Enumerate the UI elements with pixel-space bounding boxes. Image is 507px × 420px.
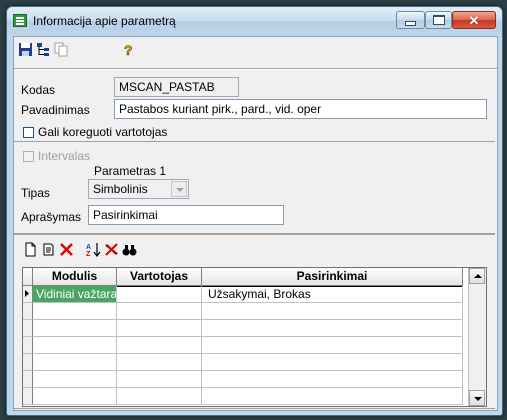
cell-pasirinkimai[interactable] [202,371,463,388]
svg-text:Z: Z [86,251,91,257]
svg-text:A: A [86,244,91,251]
maximize-button[interactable] [425,11,452,29]
window-title: Informacija apie parametrą [33,14,176,28]
current-row-pointer-icon [25,290,29,297]
tipas-select[interactable]: Simbolinis [88,179,189,199]
table-row[interactable] [23,337,463,354]
clear-filter-icon[interactable] [104,242,119,257]
title-bar[interactable]: Informacija apie parametrą ✕ [7,7,502,35]
tipas-value: Simbolinis [93,182,148,196]
svg-text:?: ? [124,42,133,57]
cell-modulis[interactable] [33,320,117,337]
gali-koreguoti-checkbox[interactable] [23,127,34,138]
row-indicator [23,388,33,405]
cell-modulis[interactable] [33,354,117,371]
column-header-vartotojas[interactable]: Vartotojas [117,268,202,285]
delete-icon[interactable] [59,242,74,257]
parametras-header: Parametras 1 [94,164,167,178]
kodas-label: Kodas [21,83,56,97]
toolbar-separator [14,68,497,70]
cell-vartotojas[interactable] [117,371,202,388]
cell-pasirinkimai[interactable] [202,320,463,337]
grid-header: Modulis Vartotojas Pasirinkimai [23,268,463,286]
cell-vartotojas[interactable] [117,354,202,371]
app-grid-icon [13,14,27,27]
column-header-pasirinkimai[interactable]: Pasirinkimai [202,268,463,285]
cell-vartotojas[interactable] [117,337,202,354]
close-icon: ✕ [468,12,480,28]
gali-koreguoti-label: Gali koreguoti vartotojas [38,125,168,139]
cell-pasirinkimai[interactable] [202,337,463,354]
save-icon[interactable] [18,42,33,57]
minimize-icon [405,20,416,26]
indicator-header [23,268,33,285]
table-row[interactable] [23,388,463,405]
pavadinimas-field[interactable]: Pastabos kuriant pirk., pard., vid. oper [114,99,487,119]
cell-modulis[interactable] [33,388,117,405]
cell-vartotojas[interactable] [117,303,202,320]
chevron-down-icon[interactable] [171,181,187,197]
table-row[interactable] [23,354,463,371]
row-indicator [23,371,33,388]
row-indicator [23,320,33,337]
sort-az-icon[interactable]: A Z [86,242,101,257]
new-document-icon[interactable] [23,242,38,257]
help-key-icon[interactable]: ? [121,42,136,57]
edit-document-icon[interactable] [41,242,56,257]
cell-vartotojas[interactable] [117,286,202,303]
cell-vartotojas[interactable] [117,388,202,405]
minimize-button[interactable] [396,11,425,29]
intervalas-label: Intervalas [38,149,91,163]
close-button[interactable]: ✕ [452,11,496,29]
table-row[interactable]: Vidiniai važtara Užsakymai, Brokas [23,286,463,303]
table-row[interactable] [23,303,463,320]
cell-modulis[interactable]: Vidiniai važtara [33,286,117,303]
cell-vartotojas[interactable] [117,320,202,337]
aprasymas-field[interactable]: Pasirinkimai [88,205,284,225]
cell-modulis[interactable] [33,303,117,320]
copy-icon[interactable] [54,42,69,57]
intervalas-checkbox[interactable] [23,151,34,162]
cell-modulis[interactable] [33,337,117,354]
cell-modulis[interactable] [33,371,117,388]
row-indicator [23,303,33,320]
scroll-down-icon[interactable] [469,390,485,406]
dialog-client-area: ? Kodas MSCAN_PASTAB Pavadinimas Pastabo… [13,36,498,411]
main-toolbar: ? [14,37,497,61]
aprasymas-label: Aprašymas [21,210,82,224]
cell-pasirinkimai[interactable] [202,388,463,405]
scroll-up-icon[interactable] [469,268,485,284]
maximize-icon [432,15,445,25]
grid-vertical-scrollbar[interactable] [468,268,486,406]
table-row[interactable] [23,320,463,337]
tipas-label: Tipas [21,186,50,200]
row-indicator [23,337,33,354]
cell-pasirinkimai[interactable]: Užsakymai, Brokas [202,286,463,303]
tree-view-icon[interactable] [36,42,51,57]
kodas-field[interactable]: MSCAN_PASTAB [114,77,239,97]
table-row[interactable] [23,371,463,388]
pavadinimas-label: Pavadinimas [21,103,90,117]
cell-pasirinkimai[interactable] [202,354,463,371]
row-indicator [23,354,33,371]
options-grid[interactable]: Modulis Vartotojas Pasirinkimai Vidiniai… [22,267,487,407]
cell-pasirinkimai[interactable] [202,303,463,320]
find-binoculars-icon[interactable] [122,242,137,257]
column-header-modulis[interactable]: Modulis [33,268,117,285]
row-indicator [23,286,33,303]
dialog-window: Informacija apie parametrą ✕ ? Kodas MSC… [6,6,503,416]
